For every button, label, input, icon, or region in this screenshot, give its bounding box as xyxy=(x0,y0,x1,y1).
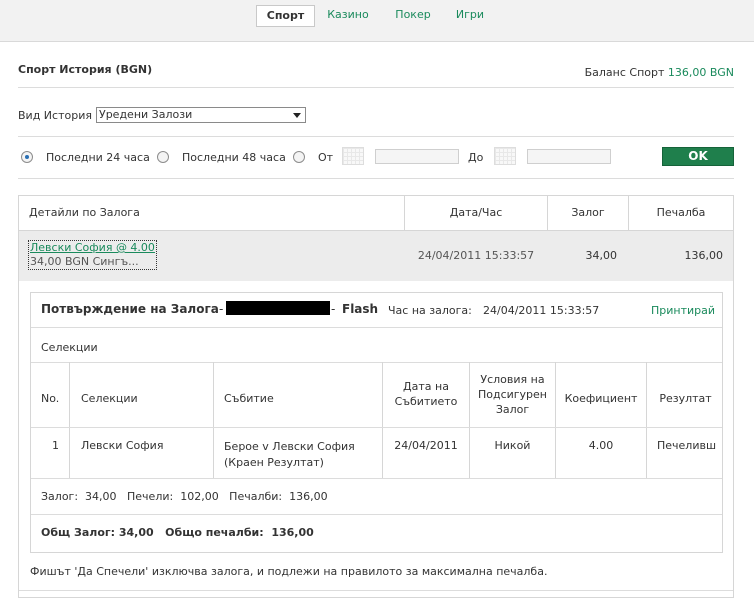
totals: Общ Залог: 34,00 Общо печалби: 136,00 xyxy=(41,526,314,539)
divider xyxy=(31,514,722,515)
col-no: No. xyxy=(41,392,60,405)
history-type-select[interactable]: Уредени Залози xyxy=(96,107,306,123)
bet-summary: Залог: 34,00 Печели: 102,00 Печалби: 136… xyxy=(41,490,328,503)
row-event-name: Берое v Левски София xyxy=(224,440,355,453)
row-event-market: (Краен Резултат) xyxy=(224,456,324,469)
total-win-value: 136,00 xyxy=(271,526,314,539)
col-event-date: Дата на Събитието xyxy=(394,380,458,408)
row-condition: Никой xyxy=(494,439,531,452)
balance-value: 136,00 BGN xyxy=(667,66,734,79)
bet-winnings: 136,00 xyxy=(684,249,724,262)
title-dash: - xyxy=(219,302,224,316)
to-date-input[interactable] xyxy=(527,149,611,164)
history-type-value: Уредени Залози xyxy=(99,108,193,121)
row-result: Печеливш xyxy=(657,439,717,452)
tab-sport[interactable]: Спорт xyxy=(256,5,315,27)
col-header-details: Детайли по Залога xyxy=(29,206,140,219)
row-date: 24/04/2011 xyxy=(394,439,458,452)
tab-casino[interactable]: Казино xyxy=(322,5,374,27)
col-event: Събитие xyxy=(224,392,274,405)
flash-label: Flash xyxy=(342,302,379,316)
col-selections: Селекции xyxy=(81,392,138,405)
table-row[interactable]: Левски София @ 4.00 34,00 BGN Сингъ... 2… xyxy=(19,231,733,281)
calendar-icon[interactable] xyxy=(342,147,364,165)
column-separator xyxy=(469,362,470,479)
col-header-datetime: Дата/Час xyxy=(449,206,503,219)
divider xyxy=(19,590,733,591)
col-result: Резултат xyxy=(659,392,712,405)
divider xyxy=(31,478,722,479)
divider xyxy=(18,178,734,179)
total-stake-label: Общ Залог: xyxy=(41,526,116,539)
col-header-winnings: Печалба xyxy=(656,206,706,219)
row-event: Берое v Левски София (Краен Резултат) xyxy=(224,439,355,471)
row-no: 1 xyxy=(52,439,59,452)
selections-label: Селекции xyxy=(41,341,98,354)
divider xyxy=(31,327,722,328)
column-separator xyxy=(555,362,556,479)
divider xyxy=(31,362,722,363)
confirmation-title: Потвърждение на Залога xyxy=(41,302,219,316)
radio-48h-label: Последни 48 часа xyxy=(182,151,286,164)
row-odds: 4.00 xyxy=(588,439,614,452)
column-separator xyxy=(69,362,70,479)
ok-button[interactable]: OK xyxy=(662,147,734,166)
page-title: Спорт История (BGN) xyxy=(18,63,153,76)
col-header-stake: Залог xyxy=(571,206,605,219)
tab-poker[interactable]: Покер xyxy=(388,5,438,27)
table-header: Детайли по Залога Дата/Час Залог Печалба xyxy=(19,196,733,231)
calendar-icon[interactable] xyxy=(494,147,516,165)
bet-time-label: Час на залога: xyxy=(388,304,472,317)
radio-24h-label: Последни 24 часа xyxy=(46,151,150,164)
radio-range[interactable] xyxy=(293,151,305,163)
bet-selection-link[interactable]: Левски София @ 4.00 xyxy=(30,241,155,255)
bet-history-table: Детайли по Залога Дата/Час Залог Печалба… xyxy=(18,195,734,598)
chevron-down-icon xyxy=(293,113,301,118)
bet-confirmation-panel: Потвърждение на Залога - - Flash Час на … xyxy=(30,292,723,553)
bet-time-value: 24/04/2011 15:33:57 xyxy=(483,304,600,317)
radio-24h[interactable] xyxy=(21,151,33,163)
divider xyxy=(31,427,722,428)
divider xyxy=(18,87,734,88)
column-separator xyxy=(646,362,647,479)
column-separator xyxy=(382,362,383,479)
from-date-input[interactable] xyxy=(375,149,459,164)
footnote: Фишът 'Да Спечели' изключва залога, и по… xyxy=(30,565,548,578)
radio-48h[interactable] xyxy=(157,151,169,163)
total-win-label: Общо печалби: xyxy=(165,526,264,539)
column-separator xyxy=(213,362,214,479)
balance-label: Баланс Спорт xyxy=(584,66,665,79)
bet-datetime: 24/04/2011 15:33:57 xyxy=(417,249,535,262)
row-selection: Левски София xyxy=(81,439,164,452)
print-link[interactable]: Принтирай xyxy=(651,304,715,317)
balance: Баланс Спорт 136,00 BGN xyxy=(585,66,734,79)
title-dash: - xyxy=(331,302,336,316)
redacted-id xyxy=(226,301,330,315)
tab-games[interactable]: Игри xyxy=(450,5,490,27)
history-type-label: Вид История xyxy=(18,109,92,122)
from-label: От xyxy=(318,151,334,164)
bet-stake: 34,00 xyxy=(585,249,618,262)
top-nav: Спорт Казино Покер Игри xyxy=(0,0,754,42)
col-odds: Коефициент xyxy=(564,392,638,405)
bet-sub-text: 34,00 BGN Сингъ... xyxy=(30,255,139,268)
divider xyxy=(18,136,734,137)
to-label: До xyxy=(468,151,484,164)
col-conditions: Условия на Подсигурен Залог xyxy=(477,373,548,416)
bet-summary-link[interactable]: Левски София @ 4.00 34,00 BGN Сингъ... xyxy=(28,240,157,270)
total-stake-value: 34,00 xyxy=(118,526,154,539)
